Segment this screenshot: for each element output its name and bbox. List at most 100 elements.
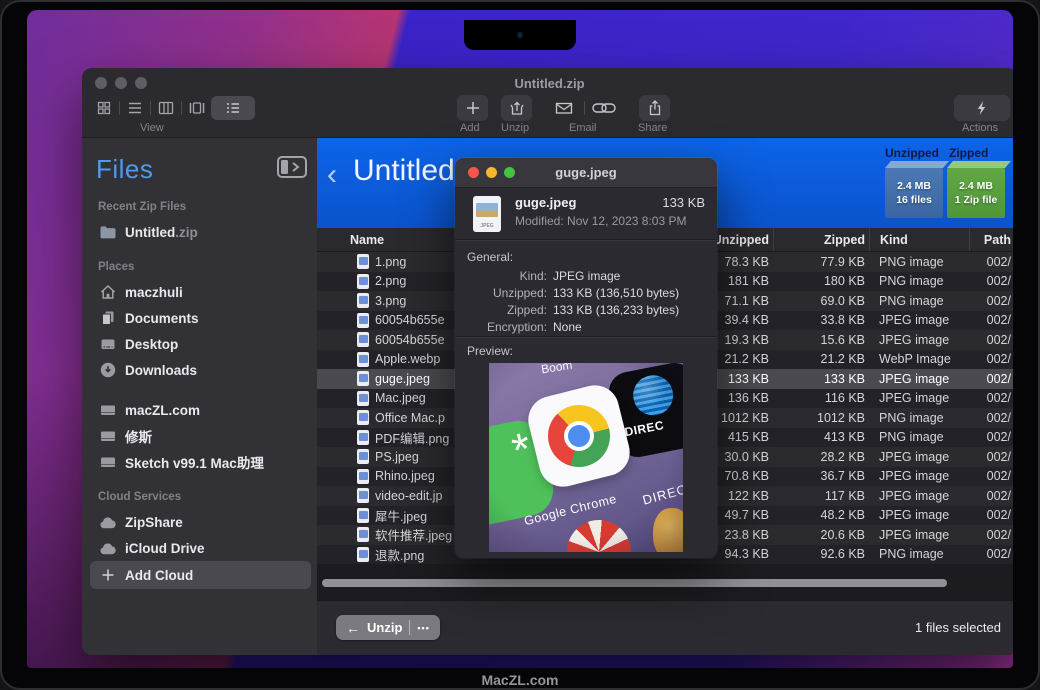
sidebar-sections: Recent Zip FilesUntitled.zipPlacesmaczhu…	[96, 201, 307, 589]
chain-link-icon	[591, 100, 617, 116]
column-header-path[interactable]: Path	[969, 228, 1013, 251]
actions-button[interactable]	[954, 95, 1010, 121]
view-grid-icon[interactable]	[90, 96, 118, 120]
sidebar-item-item[interactable]: 修斯	[96, 423, 307, 449]
camera-dot	[517, 32, 523, 38]
view-details-icon[interactable]	[211, 96, 255, 120]
path-cell: 002/	[969, 447, 1013, 467]
file-name: Mac.jpeg	[375, 391, 426, 405]
path-cell: 002/	[969, 272, 1013, 292]
info-row: Kind:JPEG image	[455, 268, 717, 285]
sidebar-item-label: maczhuli	[125, 285, 183, 300]
sidebar-section-label: Cloud Services	[98, 491, 307, 503]
sidebar-item-zipshare[interactable]: ZipShare	[96, 509, 307, 535]
toolbar: Untitled.zip View Add Unzip	[82, 68, 1013, 138]
info-value: 133 KB (136,510 bytes)	[553, 285, 717, 302]
link-button[interactable]	[587, 95, 621, 121]
plus-icon	[464, 99, 482, 117]
kind-cell: PNG image	[869, 272, 969, 292]
view-columns-icon[interactable]	[152, 96, 180, 120]
add-button[interactable]	[457, 95, 488, 121]
window-title: Untitled.zip	[82, 76, 1013, 91]
sidebar-section-gap	[96, 383, 307, 397]
view-label: View	[140, 122, 164, 134]
add-label: Add	[460, 122, 480, 134]
back-arrow-icon: ←	[346, 620, 360, 636]
kind-cell: JPEG image	[869, 447, 969, 467]
info-key: Kind:	[455, 268, 547, 285]
actions-label: Actions	[962, 122, 998, 134]
sidebar-item-label: Untitled	[125, 225, 175, 240]
zipped-cell: 69.0 KB	[773, 291, 869, 311]
column-header-zipped[interactable]: Zipped	[773, 228, 869, 251]
file-icon	[357, 527, 369, 542]
envelope-icon	[554, 99, 574, 117]
kind-cell: JPEG image	[869, 486, 969, 506]
plus-icon	[98, 566, 118, 584]
sidebar-item-label: ZipShare	[125, 515, 183, 530]
sidebar-item-documents[interactable]: Documents	[96, 305, 307, 331]
general-rows: Kind:JPEG imageUnzipped:133 KB (136,510 …	[455, 268, 717, 336]
view-gallery-icon[interactable]	[183, 96, 211, 120]
candy-shape	[560, 513, 638, 552]
view-list-icon[interactable]	[121, 96, 149, 120]
file-icon	[357, 293, 369, 308]
directv-app-icon: DIREC	[606, 363, 683, 460]
info-value: None	[553, 319, 717, 336]
sidebar-item-label: Downloads	[125, 363, 197, 378]
inspector-window: guge.jpeg JPEG guge.jpeg 133 KB Modified…	[455, 158, 717, 558]
sidebar-item-icloud-drive[interactable]: iCloud Drive	[96, 535, 307, 561]
path-cell: 002/	[969, 252, 1013, 272]
orange-shape	[653, 508, 683, 552]
path-cell: 002/	[969, 467, 1013, 487]
zipped-size: 2.4 MB	[959, 179, 993, 193]
path-cell: 002/	[969, 369, 1013, 389]
zipped-badge-label: Zipped	[949, 146, 988, 160]
unzip-button[interactable]	[501, 95, 532, 121]
back-chevron-icon[interactable]: ‹	[327, 160, 337, 190]
more-options-icon[interactable]: •••	[417, 623, 429, 633]
folder-icon	[98, 223, 118, 241]
file-name: PS.jpeg	[375, 450, 419, 464]
general-section-label: General:	[467, 250, 513, 264]
jpeg-file-icon: JPEG	[473, 196, 501, 232]
file-name: 软件推荐.jpeg	[375, 525, 452, 544]
zipped-cell: 133 KB	[773, 369, 869, 389]
sidebar-item-untitled[interactable]: Untitled.zip	[96, 219, 307, 245]
sidebar-item-maczhuli[interactable]: maczhuli	[96, 279, 307, 305]
sidebar-section-label: Recent Zip Files	[98, 201, 307, 213]
email-button[interactable]	[549, 95, 579, 121]
sidebar-item-label: 修斯	[125, 426, 152, 446]
sidebar-item-sketch-v99-1-mac[interactable]: Sketch v99.1 Mac助理	[96, 449, 307, 475]
file-name: 60054b655e	[375, 313, 445, 327]
path-cell: 002/	[969, 350, 1013, 370]
sidebar-item-label: iCloud Drive	[125, 541, 205, 556]
path-cell: 002/	[969, 486, 1013, 506]
file-icon-label: JPEG	[473, 223, 501, 229]
sidebar-item-desktop[interactable]: Desktop	[96, 331, 307, 357]
zipped-cell: 117 KB	[773, 486, 869, 506]
sidebar-item-add-cloud[interactable]: Add Cloud	[90, 561, 311, 589]
file-icon	[357, 547, 369, 562]
sidebar-item-downloads[interactable]: Downloads	[96, 357, 307, 383]
horizontal-scrollbar[interactable]	[322, 579, 947, 587]
file-name: 60054b655e	[375, 333, 445, 347]
file-name: Rhino.jpeg	[375, 469, 435, 483]
view-switcher	[90, 95, 255, 121]
path-cell: 002/	[969, 291, 1013, 311]
zipped-cell: 28.2 KB	[773, 447, 869, 467]
share-button[interactable]	[639, 95, 670, 121]
sidebar-item-maczl-com[interactable]: macZL.com	[96, 397, 307, 423]
email-label: Email	[569, 122, 597, 134]
column-header-kind[interactable]: Kind	[869, 228, 969, 251]
lightning-icon	[975, 100, 989, 116]
file-icon	[357, 430, 369, 445]
inspector-file-header: JPEG guge.jpeg 133 KB Modified: Nov 12, …	[455, 188, 717, 240]
kind-cell: PNG image	[869, 428, 969, 448]
sidebar-toggle-icon[interactable]	[277, 156, 307, 183]
file-name: video-edit.jp	[375, 489, 442, 503]
selection-status: 1 files selected	[915, 620, 1001, 635]
file-name: 1.png	[375, 255, 406, 269]
unzip-footer-button[interactable]: ← Unzip •••	[336, 615, 440, 640]
zipped-cell: 180 KB	[773, 272, 869, 292]
